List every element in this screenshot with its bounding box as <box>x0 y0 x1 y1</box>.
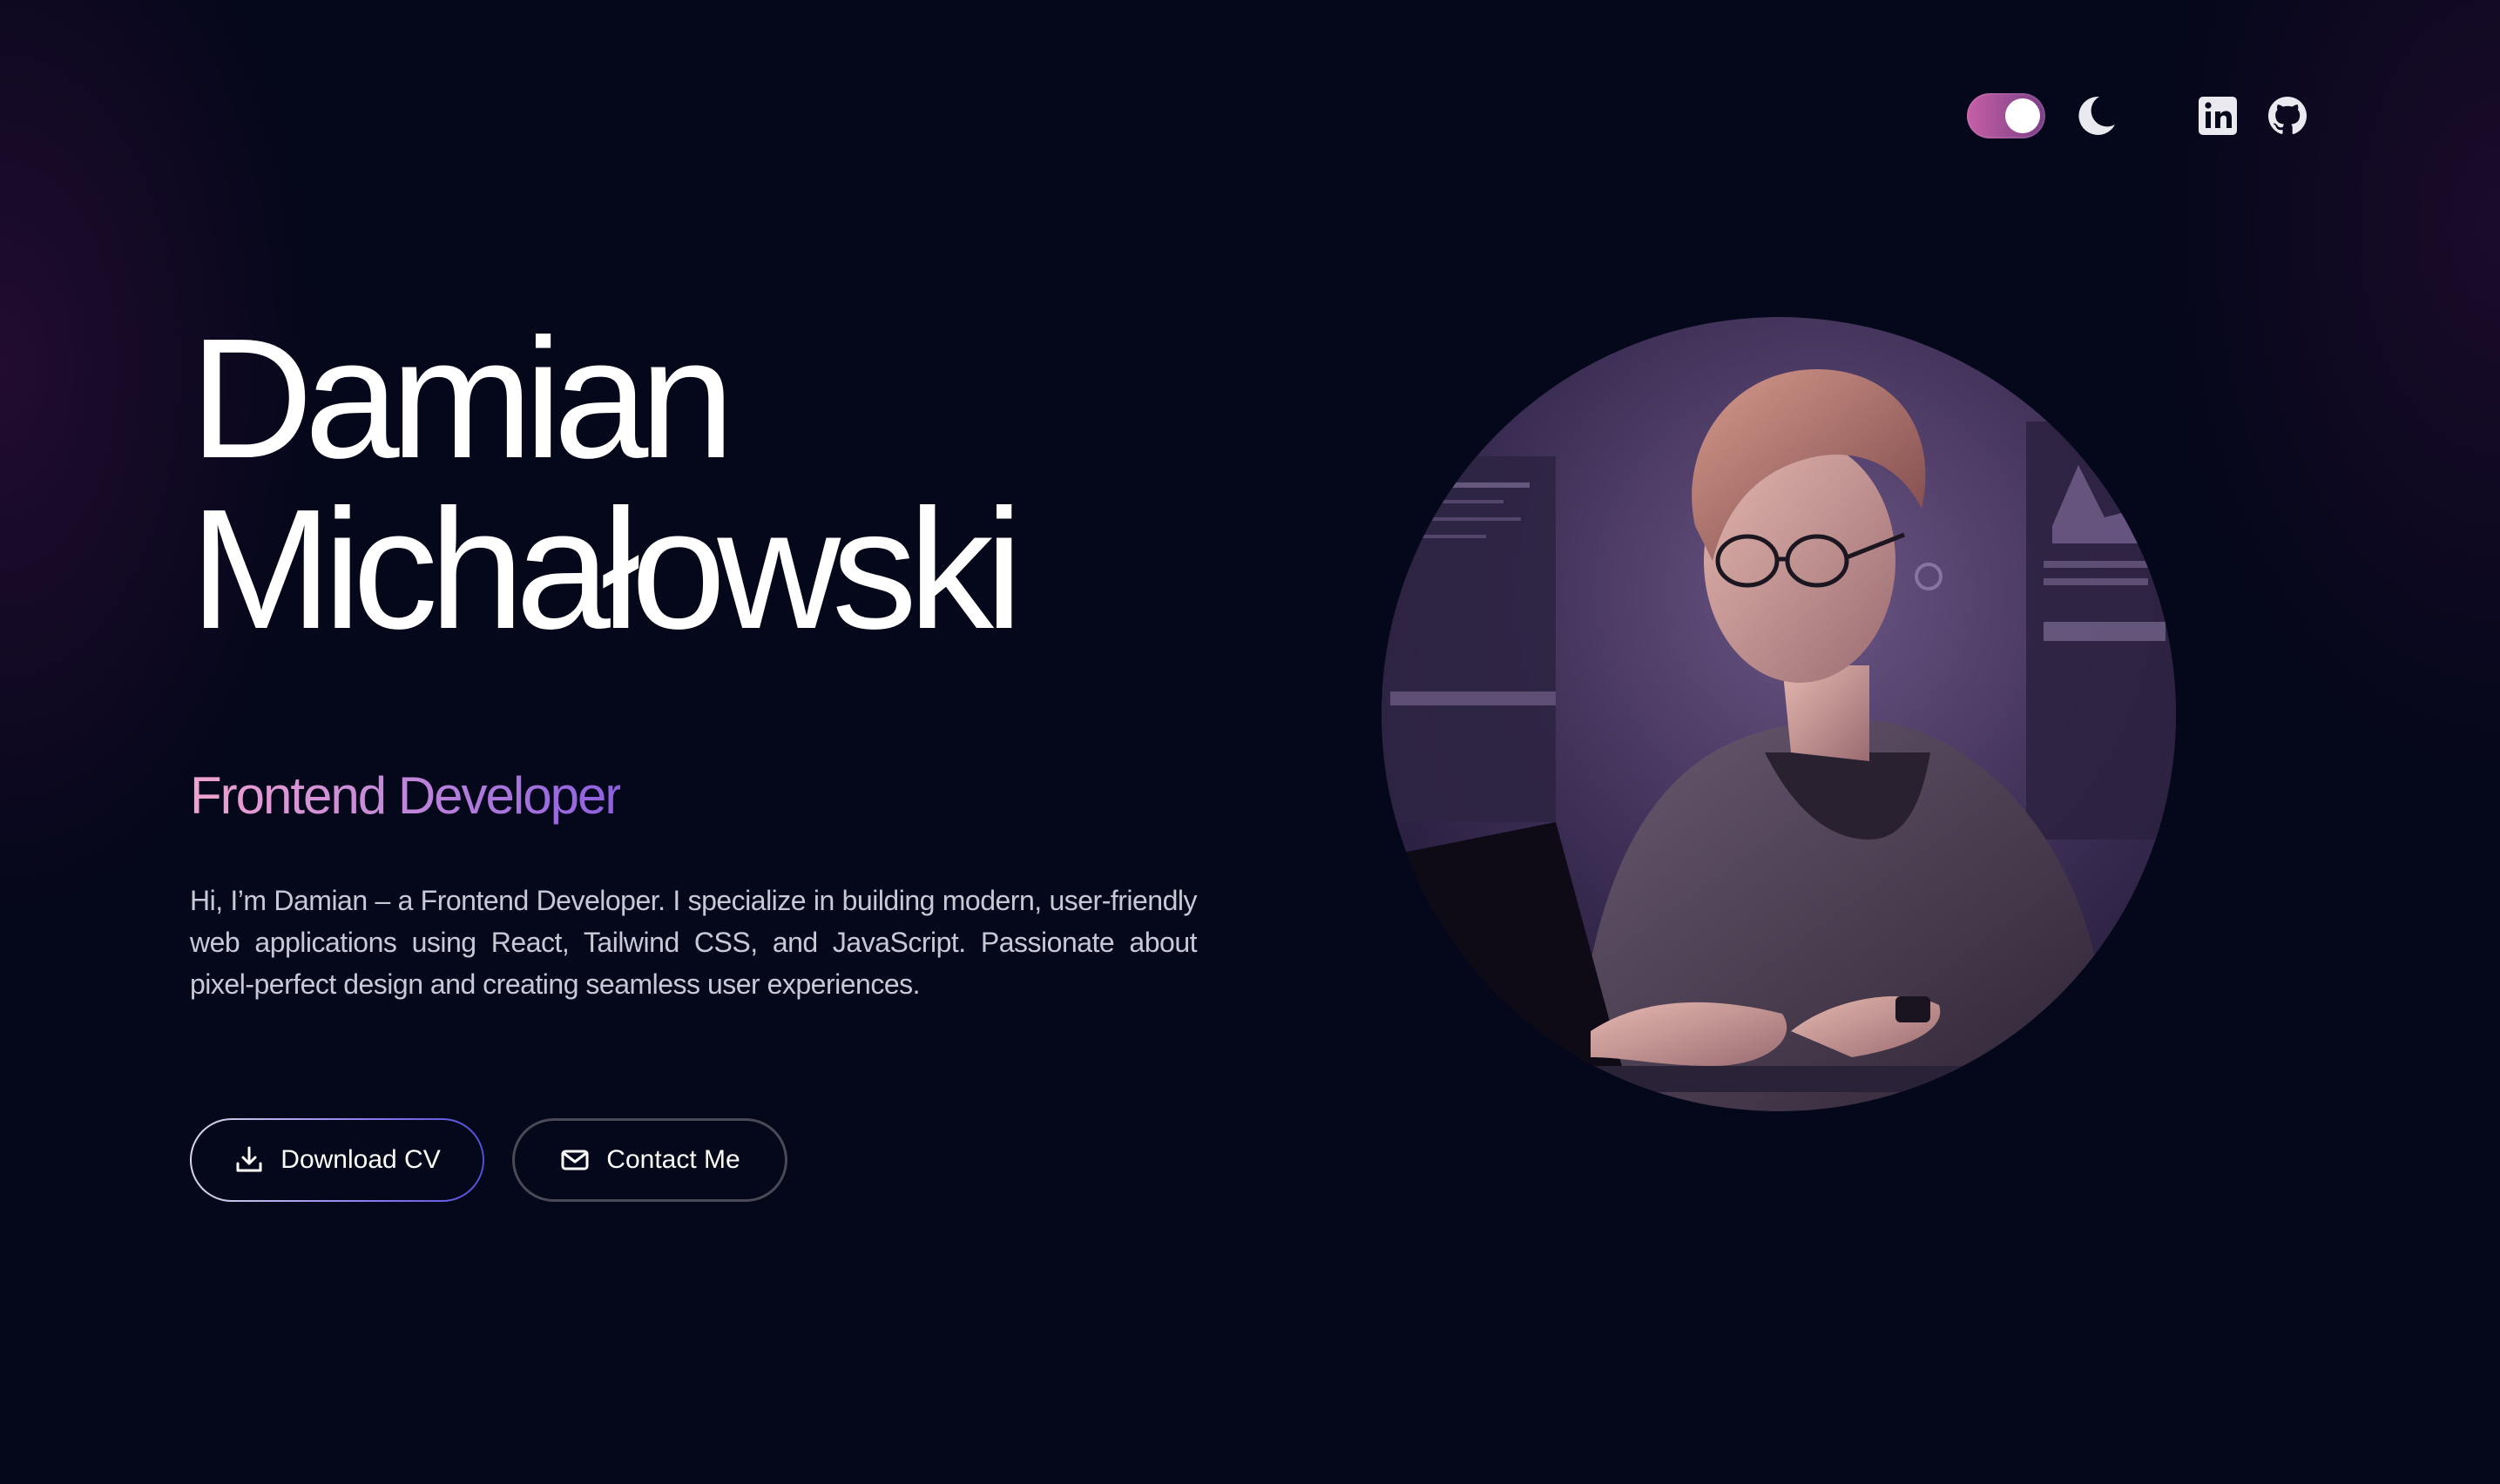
download-cv-label: Download CV <box>280 1145 441 1174</box>
theme-toggle[interactable] <box>1967 93 2045 138</box>
download-cv-button[interactable]: Download CV <box>190 1118 484 1202</box>
linkedin-icon[interactable] <box>2197 95 2239 137</box>
social-links <box>2197 95 2308 137</box>
github-icon[interactable] <box>2267 95 2308 137</box>
mail-icon <box>561 1150 589 1170</box>
moon-icon[interactable] <box>2073 93 2118 138</box>
contact-me-button[interactable]: Contact Me <box>512 1118 787 1202</box>
profile-portrait <box>1382 317 2176 1111</box>
first-name: Damian <box>190 303 734 494</box>
top-bar <box>1967 87 2308 145</box>
hero-name: Damian Michałowski <box>190 303 1023 664</box>
download-icon <box>236 1146 262 1172</box>
contact-me-label: Contact Me <box>606 1145 740 1174</box>
bio-paragraph: Hi, I’m Damian – a Frontend Developer. I… <box>190 885 1198 1000</box>
job-title: Frontend Developer <box>190 761 622 831</box>
toggle-knob <box>2005 98 2040 133</box>
last-name: Michałowski <box>190 474 1023 664</box>
